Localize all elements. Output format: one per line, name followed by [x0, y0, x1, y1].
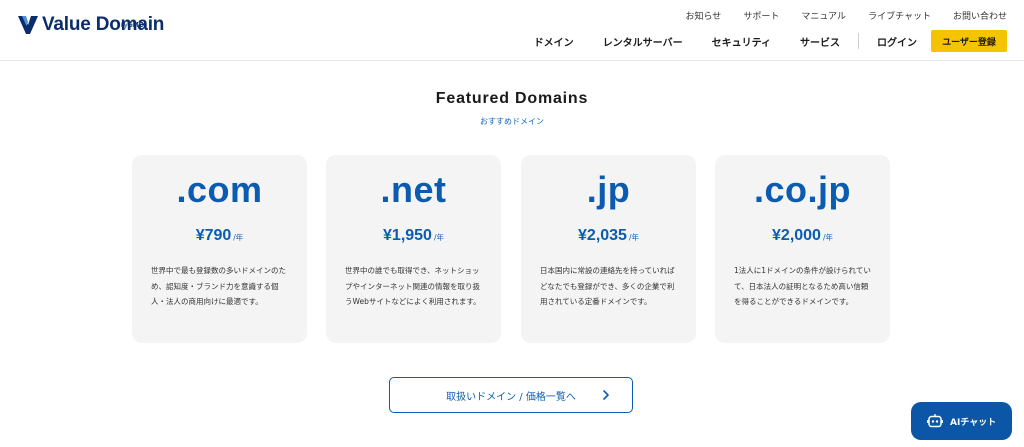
- domain-card-net[interactable]: .net ¥1,950/年 世界中の誰でも取得でき、ネットショップやインターネッ…: [326, 155, 501, 343]
- chevron-right-icon: [603, 390, 609, 400]
- domain-tld: .com: [176, 169, 263, 210]
- util-nav-manual[interactable]: マニュアル: [801, 9, 846, 22]
- nav-domain[interactable]: ドメイン: [534, 34, 574, 49]
- domain-description: 日本国内に常設の連絡先を持っていればどなたでも登録ができ、多くの企業で利用されて…: [540, 266, 675, 306]
- cta-label: 取扱いドメイン / 価格一覧へ: [446, 391, 576, 403]
- ai-chat-button[interactable]: AIチャット: [911, 402, 1012, 440]
- domain-price: ¥790: [195, 227, 232, 244]
- brand-name: Value Domain: [42, 14, 165, 35]
- domain-description: 1法人に1ドメインの条件が設けられていて、日本法人の証明となるため高い信頼を得る…: [734, 266, 871, 306]
- brand-byline: byGMO: [121, 22, 144, 29]
- util-nav-news[interactable]: お知らせ: [685, 9, 721, 22]
- domain-card-co-jp[interactable]: .co.jp ¥2,000/年 1法人に1ドメインの条件が設けられていて、日本法…: [715, 155, 890, 343]
- domain-description: 世界中の誰でも取得でき、ネットショップやインターネット関連の情報を取り扱うWeb…: [345, 266, 481, 306]
- price-unit: /年: [628, 233, 639, 242]
- section-title: Featured Domains: [435, 90, 589, 107]
- price-unit: /年: [822, 233, 833, 242]
- section-subtitle: おすすめドメイン: [480, 117, 544, 126]
- site-header: Value Domain byGMO お知らせ サポート マニュアル ライブチャ…: [0, 0, 1024, 61]
- domain-price-row: ¥790/年: [132, 225, 307, 245]
- ai-chat-label: AIチャット: [950, 417, 997, 428]
- nav-divider: [858, 33, 859, 49]
- price-unit: /年: [433, 233, 444, 242]
- domain-card-jp[interactable]: .jp ¥2,035/年 日本国内に常設の連絡先を持っていればどなたでも登録がで…: [521, 155, 696, 343]
- domain-tld: .jp: [586, 169, 631, 210]
- utility-nav: お知らせ サポート マニュアル ライブチャット お問い合わせ: [685, 9, 1007, 22]
- domain-tld: .net: [380, 169, 447, 210]
- domain-description: 世界中で最も登録数の多いドメインのため、認知度・ブランド力を意識する個人・法人の…: [151, 266, 286, 306]
- price-unit: /年: [233, 233, 244, 242]
- util-nav-livechat[interactable]: ライブチャット: [868, 9, 931, 22]
- nav-rental-server[interactable]: レンタルサーバー: [603, 34, 683, 49]
- domain-price: ¥1,950: [383, 227, 432, 244]
- domain-price-row: ¥1,950/年: [326, 225, 501, 245]
- brand-byline-brand: GMO: [127, 22, 145, 29]
- value-domain-logo-icon: [18, 16, 38, 34]
- domain-price: ¥2,035: [578, 227, 627, 244]
- util-nav-contact[interactable]: お問い合わせ: [953, 9, 1007, 22]
- domain-price: ¥2,000: [772, 227, 821, 244]
- main-nav: ドメイン レンタルサーバー セキュリティ サービス ログイン ユーザー登録: [505, 30, 1007, 52]
- domain-price-row: ¥2,000/年: [715, 225, 890, 245]
- domain-price-list-button[interactable]: 取扱いドメイン / 価格一覧へ: [389, 377, 633, 413]
- robot-icon: [927, 414, 943, 428]
- nav-security[interactable]: セキュリティ: [712, 34, 771, 49]
- util-nav-support[interactable]: サポート: [743, 9, 779, 22]
- domain-card-com[interactable]: .com ¥790/年 世界中で最も登録数の多いドメインのため、認知度・ブランド…: [132, 155, 307, 343]
- login-link[interactable]: ログイン: [877, 34, 917, 49]
- domain-tld: .co.jp: [753, 169, 851, 210]
- domain-price-row: ¥2,035/年: [521, 225, 696, 245]
- register-button[interactable]: ユーザー登録: [931, 30, 1007, 52]
- nav-services[interactable]: サービス: [800, 34, 840, 49]
